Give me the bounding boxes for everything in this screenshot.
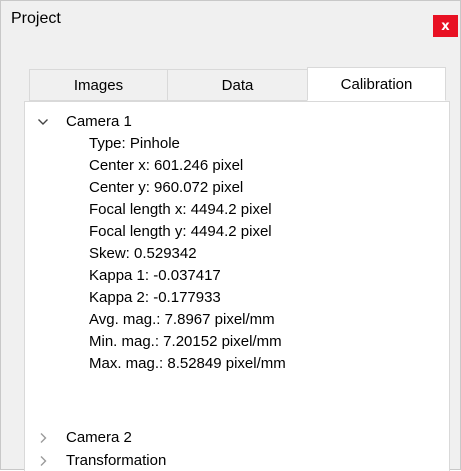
calibration-tree[interactable]: Camera 1 Type: Pinhole Center x: 601.246… [24, 101, 450, 471]
close-icon: x [441, 18, 450, 34]
tree-item-camera-1-label: Camera 1 [66, 113, 132, 130]
window-title: Project [11, 10, 61, 27]
chevron-down-icon[interactable] [37, 111, 49, 133]
property-max-mag: Max. mag.: 8.52849 pixel/mm [89, 355, 286, 372]
tree-item-camera-2-label: Camera 2 [66, 429, 132, 446]
property-center-x: Center x: 601.246 pixel [89, 157, 244, 174]
tab-images[interactable]: Images [29, 69, 168, 101]
tree-item-transformation-label: Transformation [66, 452, 167, 469]
property-kappa-1: Kappa 1: -0.037417 [89, 267, 221, 284]
tab-calibration-label: Calibration [340, 75, 413, 93]
tab-data-label: Data [221, 76, 254, 94]
property-avg-mag: Avg. mag.: 7.8967 pixel/mm [89, 311, 275, 328]
tab-data[interactable]: Data [167, 69, 308, 101]
chevron-right-icon[interactable] [37, 427, 49, 449]
tree-item-transformation[interactable]: Transformation [25, 450, 449, 471]
property-kappa-2: Kappa 2: -0.177933 [89, 289, 221, 306]
chevron-right-icon[interactable] [37, 450, 49, 471]
property-skew: Skew: 0.529342 [89, 245, 197, 262]
property-min-mag: Min. mag.: 7.20152 pixel/mm [89, 333, 282, 350]
project-window: Project x Images Data Calibration Camera… [0, 0, 461, 471]
tree-item-camera-2[interactable]: Camera 2 [25, 427, 449, 449]
property-type: Type: Pinhole [89, 135, 180, 152]
property-center-y: Center y: 960.072 pixel [89, 179, 244, 196]
tab-bar: Images Data Calibration [29, 67, 446, 101]
tree-item-camera-1[interactable]: Camera 1 [25, 111, 449, 133]
property-focal-length-y: Focal length y: 4494.2 pixel [89, 223, 272, 240]
tab-calibration[interactable]: Calibration [307, 67, 446, 101]
close-button[interactable]: x [433, 15, 458, 37]
tab-images-label: Images [73, 76, 124, 94]
title-bar[interactable]: Project x [1, 1, 460, 39]
property-focal-length-x: Focal length x: 4494.2 pixel [89, 201, 272, 218]
